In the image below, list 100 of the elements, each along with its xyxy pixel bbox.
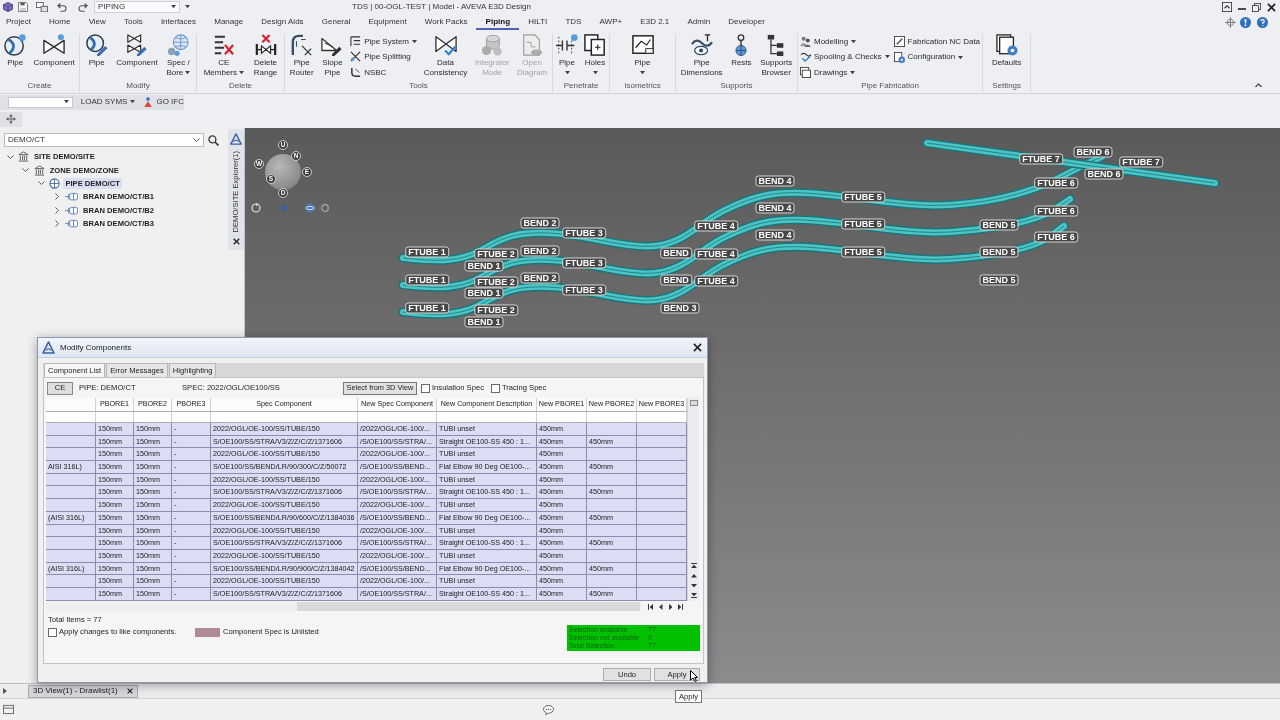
checkbox[interactable] [490,383,500,393]
combo-field[interactable] [8,96,73,108]
checkbox[interactable] [48,627,57,637]
chevron-right-icon[interactable] [54,193,60,201]
chevron-down-icon[interactable] [37,181,45,186]
ribbon-button[interactable]: Fabrication NC Data [891,34,983,50]
menu-button[interactable]: LOAD SYMS [80,97,136,107]
ribbon-toggle-icon[interactable] [1222,2,1232,12]
restore-icon[interactable] [1252,2,1261,12]
chevron-up-icon[interactable] [1255,82,1262,87]
document-tab[interactable]: 3D View(1) - Drawlist(1) [28,684,138,698]
arrow-to-bottom-icon[interactable] [690,593,697,598]
ribbon-button[interactable]: Spooling & Checks [798,49,892,65]
scrollbar-thumb[interactable] [297,602,640,611]
ring-icon[interactable] [321,204,329,212]
crosshair-icon[interactable] [1225,16,1236,28]
caret-icon[interactable] [185,5,190,9]
menu-tab[interactable]: E3D 2.1 [631,14,679,30]
close-icon[interactable] [1267,2,1276,12]
chat-icon[interactable] [543,704,554,715]
close-icon[interactable] [232,238,240,245]
ribbon-button[interactable]: Modelling [798,34,892,50]
ribbon-button[interactable]: Pipe Dimensions [677,34,726,80]
ribbon-button[interactable]: Spec / Bore [163,34,194,80]
menu-tab[interactable]: Manage [205,14,253,30]
ribbon-button[interactable]: Rests [727,34,756,80]
toolbar-button[interactable]: GO IFC [143,97,184,107]
search-icon[interactable] [208,134,219,146]
ribbon-button[interactable]: Drawings [798,64,892,80]
menu-tab[interactable]: View [79,14,115,30]
scrollbar-thumb[interactable] [689,400,698,406]
module-selector[interactable]: PIPING [94,1,180,13]
menu-tab[interactable]: Tools [114,14,152,30]
search-field[interactable]: DEMO/CT [4,133,204,147]
ribbon-button[interactable]: CE Members [200,34,248,80]
menu-tab[interactable]: Interfaces [151,14,206,30]
ringed-sphere-icon[interactable] [305,203,315,213]
arrow-up-icon[interactable] [690,574,697,578]
menu-tab[interactable]: HILTI [519,14,557,30]
pipe-label: FTUBE 5 [841,246,885,258]
ribbon-button[interactable]: Delete Range [250,34,281,80]
ribbon-button[interactable]: Pipe Router [286,34,317,80]
redo-icon[interactable] [78,2,88,12]
menu-tab[interactable]: Work Packs [415,14,477,30]
ribbon-button[interactable]: Pipe [82,34,111,80]
cylinders-icon [481,34,504,56]
caret-right-icon[interactable] [3,688,7,694]
close-icon[interactable] [693,343,702,352]
arrow-to-end-icon[interactable] [678,603,683,610]
cube-icon[interactable] [3,2,13,12]
ribbon-button[interactable]: Holes [581,34,609,80]
chevron-down-icon[interactable] [22,167,30,173]
navigation-sphere[interactable] [265,154,301,190]
arrow-to-start-icon[interactable] [648,603,653,610]
ribbon-button[interactable]: Supports Browser [757,34,796,80]
move-icon[interactable] [6,114,16,124]
menu-tab[interactable]: Equipment [359,14,416,30]
undo-icon[interactable] [57,2,67,12]
ribbon-button[interactable]: Defaults [988,34,1025,80]
horizontal-scrollbar[interactable] [46,602,642,611]
menu-tab[interactable]: Piping [476,14,520,30]
ribbon-button[interactable]: Component [113,34,161,80]
arrow-down-icon[interactable] [690,583,697,587]
menu-tab[interactable]: Home [40,14,80,30]
panel-icon[interactable] [3,704,14,715]
chevron-down-icon[interactable] [192,137,200,143]
checkbox[interactable] [421,383,430,393]
devices-icon[interactable] [36,1,48,13]
arrow-to-top-icon[interactable] [690,563,697,568]
ribbon-button[interactable]: Pipe [628,34,657,80]
arrow-right-icon[interactable] [668,603,672,610]
ribbon-button[interactable]: Pipe System [348,34,420,50]
menu-tab[interactable]: Project [0,14,40,30]
menu-tab[interactable]: AWP+ [590,14,632,30]
ribbon-button[interactable]: Component [30,34,78,80]
chevron-right-icon[interactable] [54,206,60,214]
ribbon-button[interactable]: Pipe [553,34,581,80]
dot-icon[interactable] [281,205,287,211]
pipe-eye-icon [690,34,713,56]
caret-icon [130,100,136,104]
menu-tab[interactable]: Admin [678,14,720,30]
ribbon-button[interactable]: Pipe [1,34,30,80]
menu-tab[interactable]: Developer [719,14,774,30]
ribbon-button[interactable]: Data Consistency [420,34,471,80]
vertical-scrollbar[interactable] [687,398,699,601]
ribbon-button[interactable]: Pipe Splitting [348,49,420,65]
menu-tab[interactable]: General [312,14,360,30]
lines-icon [350,36,362,48]
ribbon-button[interactable]: Configuration [891,49,983,65]
menu-tab[interactable]: Design Aids [252,14,313,30]
ribbon-button[interactable]: NSBC [348,64,420,80]
chevron-right-icon[interactable] [54,220,60,228]
ribbon-button[interactable]: Slope Pipe [318,34,347,80]
save-icon[interactable] [18,2,28,12]
arrow-left-icon[interactable] [659,603,663,610]
exclamation-circle-icon[interactable] [1240,16,1251,28]
menu-tab[interactable]: TDS [556,14,591,30]
help-icon[interactable] [1257,16,1268,28]
chevron-down-icon[interactable] [6,154,14,159]
close-icon[interactable] [126,688,133,694]
